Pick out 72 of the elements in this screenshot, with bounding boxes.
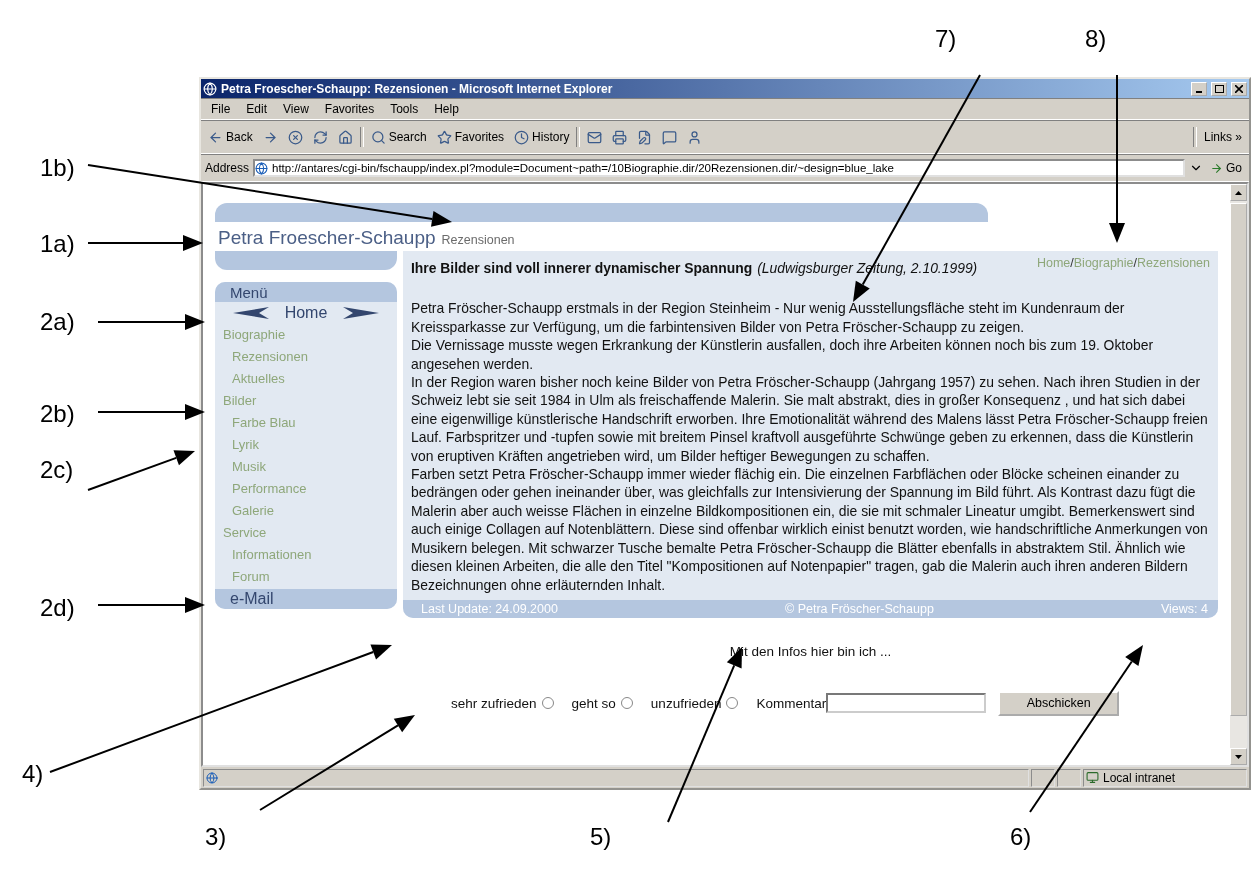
links-button[interactable]: Links » xyxy=(1200,130,1245,144)
maximize-icon xyxy=(1214,84,1224,93)
annotation-label: 2d) xyxy=(40,594,75,622)
scroll-down-button[interactable] xyxy=(1230,748,1247,765)
section-title: Rezensionen xyxy=(441,233,515,247)
annotation-label: 8) xyxy=(1085,25,1107,53)
clock-icon xyxy=(514,129,530,145)
annotation-label: 3) xyxy=(205,823,227,851)
window-title: Petra Froescher-Schaupp: Rezensionen - Microsoft Internet Explorer xyxy=(221,81,614,96)
radio-label: sehr zufrieden xyxy=(451,695,537,711)
annotation-label: 6) xyxy=(1010,823,1032,851)
annotation-label: 2c) xyxy=(40,456,74,484)
minimize-button[interactable] xyxy=(1191,81,1207,96)
home-link[interactable]: Home xyxy=(284,304,328,322)
scroll-up-button[interactable] xyxy=(1230,184,1247,201)
menu-item[interactable]: Tools xyxy=(384,102,425,116)
menu-item[interactable]: View xyxy=(277,102,315,116)
annotation-label: 2a) xyxy=(40,308,75,336)
menu-title: Menü xyxy=(215,282,397,302)
up-arrow-icon xyxy=(1235,190,1242,195)
view-count: Views: 4 xyxy=(1160,601,1208,616)
address-value: http://antares/cgi-bin/fschaupp/index.pl?module=Document~path=/10Biographie.dir/20Rezensionen.dir/~design=blue_lake xyxy=(272,162,894,174)
close-icon xyxy=(1235,84,1243,93)
toolbar-button[interactable]: Favorites xyxy=(433,129,508,145)
toolbar-button[interactable]: History xyxy=(511,129,573,145)
article-paragraph: In der Region waren bisher noch keine Bilder von Petra Fröscher-Schaupp (Jahrgang 1957) zu sehen. Nach ihren Studien in der Schweiz lebt sie seit 1984 in Ulm als freischaffende Malerin. Sie malt abstrakt, dies in großer Konsequenz , und hat sich dabei eine eigenwillige künstlerische Handschrift erworben. Ihre Emotionalität während des Malens lässt Petra Fröscher-Schaupp freien Lauf. Farbspritzer und -tupfen sowie mit breitem Pinsel kraftvoll ausgeführte Schwünge geben zu erkennen, dass die Künstlerin von eruptiven Kräften angetrieben wird, um Bilder heftiger Bewegungen zu schaffen. xyxy=(411,373,1209,466)
breadcrumb-separator: / xyxy=(1070,256,1074,270)
close-button[interactable] xyxy=(1231,81,1247,96)
submit-button[interactable]: Abschicken xyxy=(998,690,1120,716)
browser-icon xyxy=(203,81,217,96)
article-paragraph: Farben setzt Petra Fröscher-Schaupp immer wieder flächig ein. Die einzelnen Farbflächen oder Blöcke scheinen einander zu bedrängen oder gehen ineinander über, was gleichfalls zur Intensivierung der Spannung im Bild führt. Als Kontrast dazu fügt die Malerin aber auch weisse Flächen in einzelne Bildkompositionen ein, die sie mit schmaler Lineatur umgibt. Bemerkenswert sind auch einige Collagen auf Notenblättern. Diese sind offenbar wirklich einist benutzt worden, wie handschriftliche Anmerkungen von Musikern belegen. Mit schwarzer Tusche bemalte Petra Fröscher-Schaupp die Blätter ebenfalls in abstraktem Stil. Ähnlich wie diesen kleinen Arbeiten, die alle den Titel "Kompositionen auf Notenpapier" tragen, gab die Malerin auch ihren anderen Bildern Bezeichnungen ohne erläuternden Inhalt. xyxy=(411,465,1209,594)
last-update: Last Update: 24.09.2000 xyxy=(421,601,558,616)
address-label: Address xyxy=(205,161,250,175)
down-arrow-icon xyxy=(1235,754,1242,759)
status-pane xyxy=(1057,768,1081,787)
annotation-label: 1a) xyxy=(40,230,75,258)
article-paragraph: Petra Fröscher-Schaupp erstmals in der Region Steinheim - Nur wenig Ausstellungsfläche steht im Kundenraum der Kreissparkasse zur Verfügung, um die farbintensiven Bilder von Petra Fröscher-Schaupp zu zeigen. xyxy=(411,299,1126,337)
menu-item[interactable]: Edit xyxy=(240,102,274,116)
radio-button[interactable] xyxy=(726,697,739,710)
radio-button[interactable] xyxy=(541,697,554,710)
page-icon xyxy=(255,161,269,175)
comment-field[interactable] xyxy=(826,693,987,714)
menu-item[interactable]: File xyxy=(205,102,237,116)
address-field[interactable]: http://antares/cgi-bin/fschaupp/index.pl?module=Document~path=/10Biographie.dir/20Rezensionen.dir/~design=blue_lake xyxy=(253,159,1185,177)
radio-button[interactable] xyxy=(620,697,633,710)
annotation-label: 2b) xyxy=(40,400,75,428)
article-paragraph: Die Vernissage musste wegen Erkrankung der Künstlerin ausfallen, doch ihre Arbeiten können noch bis zum 19. Oktober angesehen werden. xyxy=(411,336,1155,374)
site-title: Petra Froescher-Schaupp xyxy=(218,227,436,248)
email-link[interactable]: e-Mail xyxy=(215,589,397,609)
intranet-icon xyxy=(1086,771,1099,784)
breadcrumb-separator: / xyxy=(1133,256,1138,270)
go-arrow-icon xyxy=(1210,161,1223,175)
menu-item[interactable]: Favorites xyxy=(318,102,381,116)
annotation-label: 1b) xyxy=(40,154,75,182)
zone-label: Local intranet xyxy=(1103,770,1176,785)
page-icon xyxy=(206,771,218,784)
copyright: © Petra Fröscher-Schaupp xyxy=(785,601,934,616)
toolbar-button[interactable]: Search xyxy=(367,129,430,145)
annotation-label: 4) xyxy=(22,760,44,788)
go-button[interactable]: Go xyxy=(1207,161,1245,175)
minimize-icon xyxy=(1196,90,1202,93)
radio-label: geht so xyxy=(571,695,616,711)
status-pane xyxy=(1031,768,1055,787)
search-icon xyxy=(370,129,386,145)
comment-label: Kommentar xyxy=(756,695,827,711)
annotation-label: 5) xyxy=(590,823,612,851)
annotation-label: 7) xyxy=(935,25,957,53)
star-icon xyxy=(436,129,452,145)
maximize-button[interactable] xyxy=(1211,81,1227,96)
article-headline: Ihre Bilder sind voll innerer dynamischer Spannung xyxy=(411,260,753,276)
menu-item[interactable]: Help xyxy=(428,102,465,116)
toolbar-button[interactable]: Back xyxy=(205,129,256,145)
